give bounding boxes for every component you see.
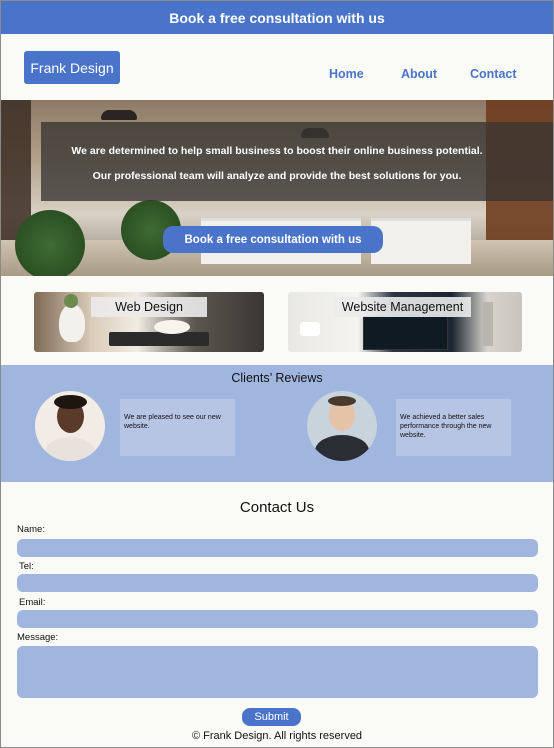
email-field[interactable] xyxy=(17,610,538,628)
hero-desk xyxy=(371,218,471,264)
monitor-code-image xyxy=(363,316,448,350)
review-text-2: We achieved a better sales performance t… xyxy=(400,414,492,439)
desk-lamp-image xyxy=(483,302,493,346)
reviewer-hair xyxy=(328,396,356,406)
submit-button[interactable]: Submit xyxy=(242,708,301,726)
cactus-image xyxy=(64,294,78,308)
service-label-website-management: Website Management xyxy=(334,297,471,317)
nav-home[interactable]: Home xyxy=(329,67,364,81)
message-field[interactable] xyxy=(17,646,538,698)
hero-plant xyxy=(15,210,85,276)
reviews-title: Clients’ Reviews xyxy=(231,371,323,385)
cactus-pot-image xyxy=(59,304,85,342)
review-text-box-1: We are pleased to see our new website. xyxy=(120,399,235,456)
hero-overlay xyxy=(41,122,553,201)
service-label-web-design: Web Design xyxy=(91,297,207,317)
review-text-1: We are pleased to see our new website. xyxy=(124,414,221,430)
laptop-image xyxy=(109,332,209,346)
service-card-web-design[interactable]: Web Design xyxy=(34,292,264,352)
reviewer-hair xyxy=(54,395,87,409)
hero-lamp xyxy=(101,110,137,120)
name-label: Name: xyxy=(17,524,45,535)
review-text-box-2: We achieved a better sales performance t… xyxy=(396,399,511,456)
message-label: Message: xyxy=(17,632,59,643)
reviewer-body xyxy=(45,437,95,461)
email-label: Email: xyxy=(19,597,46,608)
header: Frank Design Home About Contact xyxy=(1,34,553,100)
tel-label: Tel: xyxy=(19,561,34,572)
hero-line-1: We are determined to help small business… xyxy=(71,145,483,157)
reviewer-avatar-2 xyxy=(307,391,377,461)
hero-consultation-button[interactable]: Book a free consultation with us xyxy=(163,226,383,253)
contact-title: Contact Us xyxy=(239,499,315,516)
logo[interactable]: Frank Design xyxy=(24,51,120,84)
coffee-cup-image xyxy=(300,322,320,336)
food-plate-image xyxy=(154,320,190,334)
name-field[interactable] xyxy=(17,539,538,557)
footer-copyright: © Frank Design. All rights reserved xyxy=(191,730,363,742)
top-banner[interactable]: Book a free consultation with us xyxy=(1,1,553,34)
reviewer-body xyxy=(315,435,369,461)
hero-section: We are determined to help small business… xyxy=(1,100,553,276)
hero-line-2: Our professional team will analyze and p… xyxy=(92,170,462,182)
reviewer-avatar-1 xyxy=(35,391,105,461)
nav-about[interactable]: About xyxy=(401,67,437,81)
service-card-website-management[interactable]: Website Management xyxy=(288,292,522,352)
tel-field[interactable] xyxy=(17,574,538,592)
nav-contact[interactable]: Contact xyxy=(470,67,517,81)
reviews-section: Clients’ Reviews We are pleased to see o… xyxy=(1,365,553,482)
